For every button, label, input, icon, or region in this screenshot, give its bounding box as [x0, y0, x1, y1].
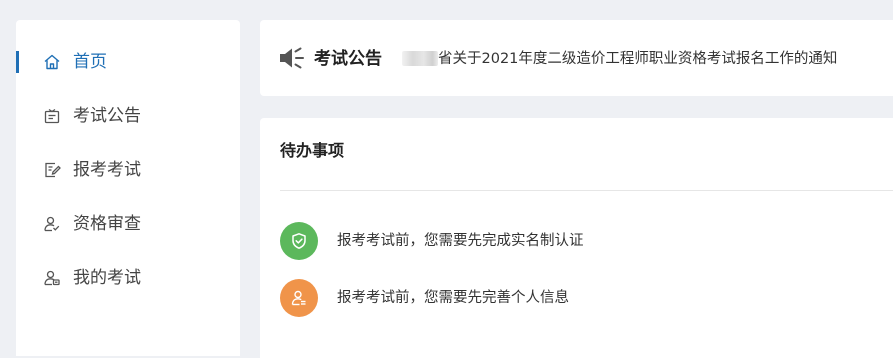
- sidebar: 首页 考试公告 报考考试 资格审查 我的考试: [16, 20, 240, 356]
- home-icon: [44, 54, 60, 70]
- todo-panel: 待办事项 报考考试前，您需要先完成实名制认证 报考考试前，您需要先完善个人信息: [260, 118, 893, 358]
- sidebar-item-label: 资格审查: [73, 214, 141, 234]
- todo-title: 待办事项: [280, 141, 345, 160]
- todo-text: 报考考试前，您需要先完成实名制认证: [337, 233, 584, 249]
- sidebar-item-my-exams[interactable]: 我的考试: [16, 258, 240, 298]
- notice-link[interactable]: 省关于2021年度二级造价工程师职业资格考试报名工作的通知: [438, 50, 837, 69]
- notice-bar: 考试公告 省关于2021年度二级造价工程师职业资格考试报名工作的通知: [260, 20, 893, 96]
- redacted-region: [402, 51, 438, 66]
- todo-icon-badge: [280, 222, 318, 260]
- active-indicator: [16, 51, 19, 73]
- todo-item-personal-info[interactable]: 报考考试前，您需要先完善个人信息: [280, 279, 880, 317]
- announcement-icon: [44, 108, 60, 124]
- shield-check-icon: [292, 233, 306, 249]
- todo-item-real-name-verification[interactable]: 报考考试前，您需要先完成实名制认证: [280, 222, 880, 260]
- sidebar-item-qualification-review[interactable]: 资格审查: [16, 204, 240, 244]
- divider: [280, 190, 893, 191]
- speaker-icon: [280, 47, 304, 69]
- user-exam-icon: [44, 270, 60, 286]
- sidebar-item-label: 报考考试: [73, 160, 141, 180]
- edit-form-icon: [45, 162, 61, 178]
- todo-text: 报考考试前，您需要先完善个人信息: [337, 290, 569, 306]
- sidebar-item-label: 考试公告: [73, 106, 141, 126]
- notice-title: 考试公告: [314, 49, 382, 69]
- user-check-icon: [44, 216, 60, 232]
- sidebar-item-label: 我的考试: [73, 268, 141, 288]
- sidebar-item-announcements[interactable]: 考试公告: [16, 96, 240, 136]
- user-info-icon: [291, 290, 306, 306]
- todo-icon-badge: [280, 279, 318, 317]
- sidebar-item-label: 首页: [73, 52, 107, 72]
- sidebar-item-register-exam[interactable]: 报考考试: [16, 150, 240, 190]
- sidebar-item-home[interactable]: 首页: [16, 42, 240, 82]
